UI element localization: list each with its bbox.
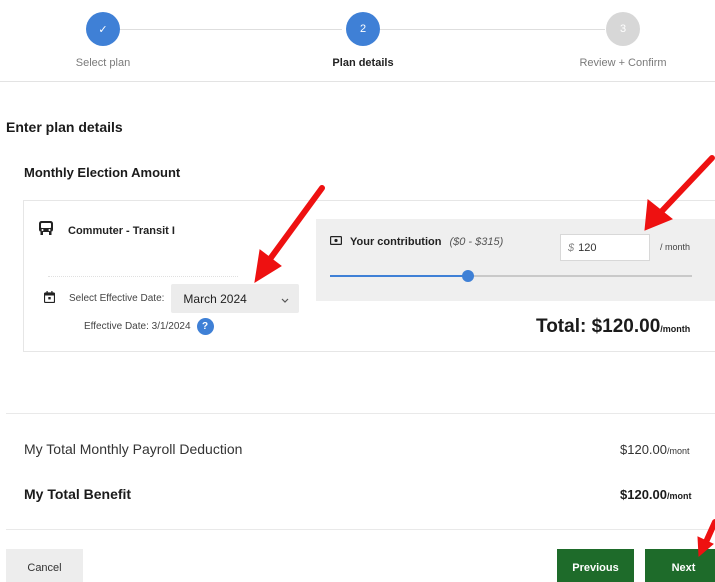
money-icon bbox=[330, 236, 343, 248]
payroll-deduction-value: $120.00/mont bbox=[620, 442, 690, 457]
total-amount: Total: $120.00/month bbox=[536, 316, 690, 338]
chevron-down-icon bbox=[281, 292, 289, 306]
calendar-icon bbox=[43, 290, 56, 308]
contribution-panel: Your contribution ($0 - $315) $ 120 / mo… bbox=[316, 219, 715, 301]
total-unit: /month bbox=[660, 324, 691, 334]
effective-date-select[interactable]: March 2024 bbox=[171, 284, 300, 313]
slider-thumb[interactable] bbox=[461, 270, 474, 282]
per-month-label: / month bbox=[660, 242, 691, 252]
effective-date-info: Effective Date: 3/1/2024 ? bbox=[84, 318, 214, 335]
page-title: Enter plan details bbox=[6, 119, 123, 135]
contribution-amount-input[interactable]: $ 120 bbox=[560, 234, 650, 261]
step-3-circle: 3 bbox=[606, 12, 640, 46]
step-1-circle[interactable]: ✓ bbox=[86, 12, 120, 46]
step-2-label: Plan details bbox=[332, 57, 394, 69]
step-3-label: Review + Confirm bbox=[579, 57, 667, 69]
contribution-range: ($0 - $315) bbox=[449, 236, 504, 248]
step-1-label[interactable]: Select plan bbox=[76, 57, 130, 69]
total-benefit-unit: /mont bbox=[667, 491, 692, 501]
effective-date-row: Select Effective Date: March 2024 bbox=[43, 284, 300, 313]
total-benefit-value: $120.00/mont bbox=[620, 487, 692, 502]
contribution-slider[interactable] bbox=[330, 270, 692, 282]
bus-icon bbox=[38, 220, 54, 242]
currency-symbol: $ bbox=[568, 241, 575, 254]
effective-date-label: Select Effective Date: bbox=[69, 293, 165, 304]
divider bbox=[6, 529, 715, 530]
total-label: Total: $120.00 bbox=[536, 316, 661, 337]
payroll-deduction-amount: $120.00 bbox=[620, 442, 667, 457]
step-connector bbox=[117, 29, 342, 30]
divider bbox=[48, 276, 238, 281]
payroll-deduction-label: My Total Monthly Payroll Deduction bbox=[24, 441, 243, 457]
divider bbox=[6, 413, 715, 414]
plan-name: Commuter - Transit I bbox=[68, 225, 175, 237]
slider-fill bbox=[330, 275, 468, 277]
effective-date-value: March 2024 bbox=[183, 291, 247, 306]
plan-header: Commuter - Transit I bbox=[38, 220, 175, 242]
previous-button[interactable]: Previous bbox=[557, 549, 634, 582]
contribution-header: Your contribution ($0 - $315) bbox=[330, 236, 503, 248]
contribution-title: Your contribution bbox=[350, 236, 442, 248]
step-2-circle: 2 bbox=[346, 12, 380, 46]
progress-stepper: ✓ 2 3 Select plan Plan details Review + … bbox=[0, 0, 715, 82]
total-benefit-amount: $120.00 bbox=[620, 487, 667, 502]
contribution-amount-value: 120 bbox=[578, 241, 597, 254]
effective-date-text: Effective Date: 3/1/2024 bbox=[84, 321, 191, 332]
plan-card: Commuter - Transit I Select Effective Da… bbox=[23, 200, 715, 352]
payroll-deduction-unit: /mont bbox=[667, 446, 690, 456]
help-icon[interactable]: ? bbox=[196, 318, 214, 335]
total-benefit-label: My Total Benefit bbox=[24, 486, 132, 502]
step-connector bbox=[380, 29, 605, 30]
cancel-button[interactable]: Cancel bbox=[6, 549, 83, 582]
section-subtitle: Monthly Election Amount bbox=[24, 165, 181, 180]
next-button[interactable]: Next bbox=[645, 549, 715, 582]
